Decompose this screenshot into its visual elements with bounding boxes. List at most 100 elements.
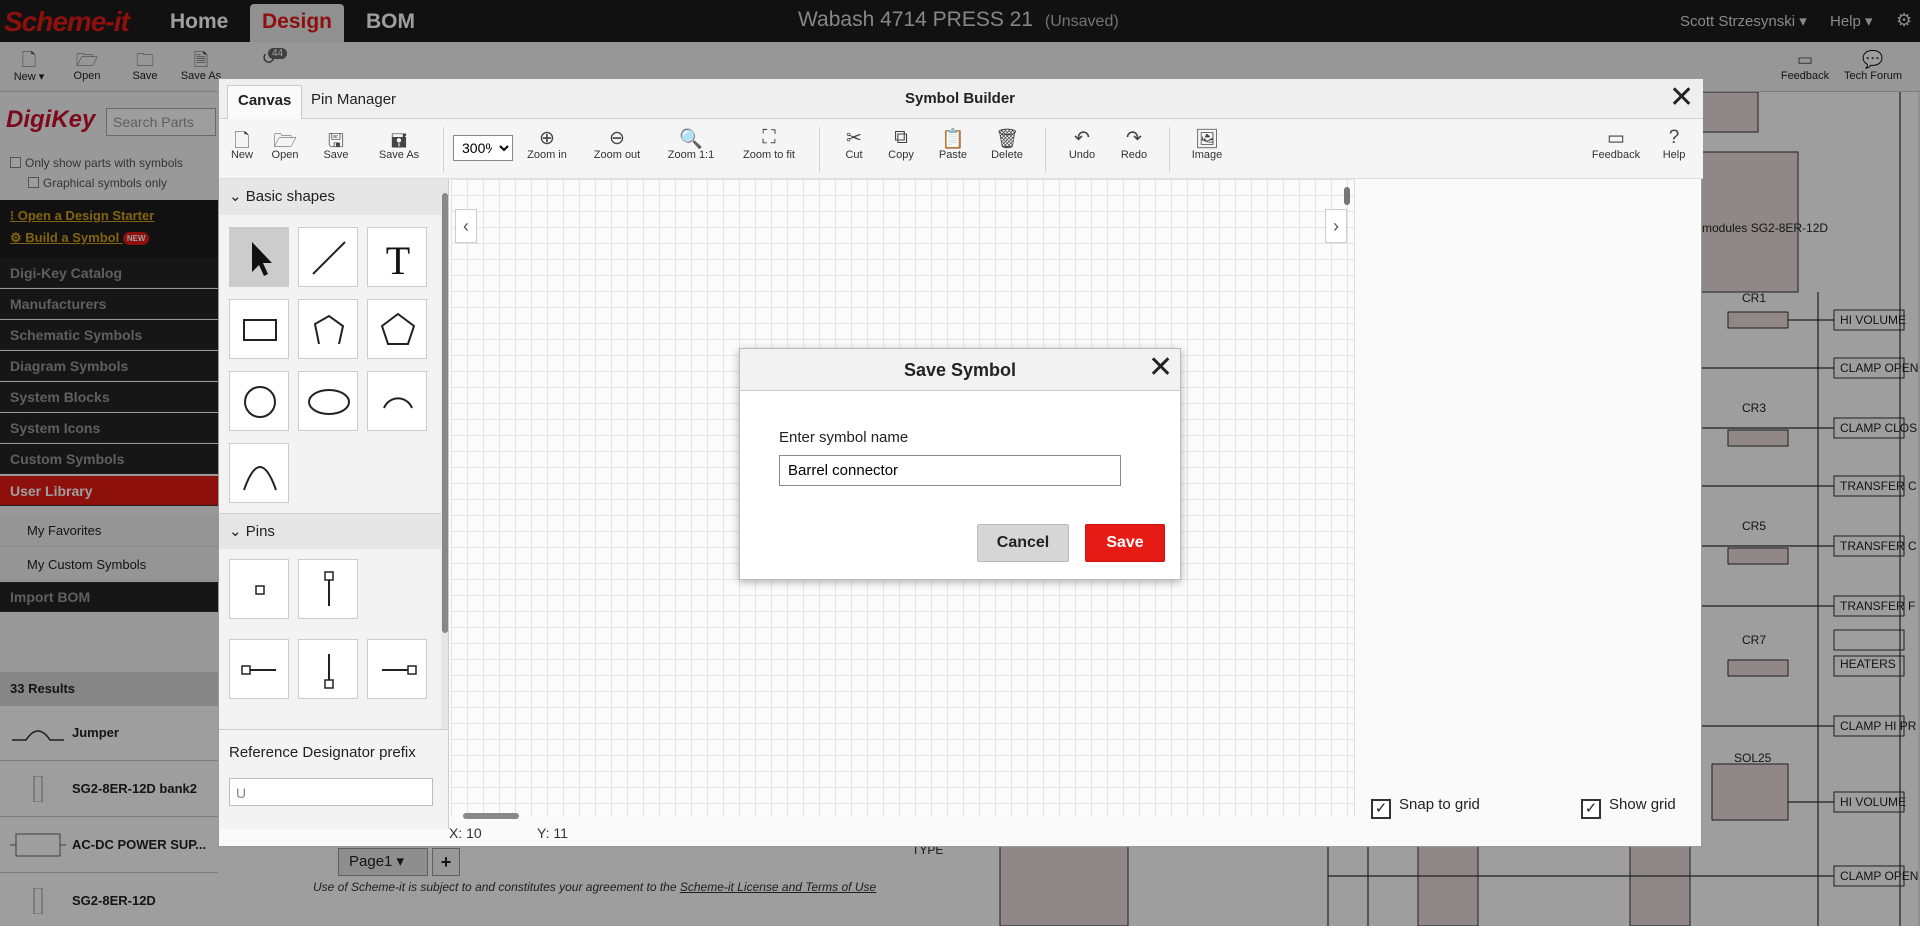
help-label: Help	[1662, 149, 1686, 161]
delete-icon: 🗑	[994, 129, 1020, 150]
polygon-tool[interactable]	[367, 299, 427, 359]
save-dialog-title: Save Symbol	[903, 360, 1017, 380]
canvas-vertical-scrollbar[interactable]	[1343, 187, 1351, 807]
tab-pin-manager[interactable]: Pin Manager	[301, 85, 406, 119]
paste-button[interactable]: 📋 Paste	[935, 127, 971, 161]
pin-down-tool[interactable]	[298, 639, 358, 699]
text-icon: T	[386, 238, 410, 283]
new-label: New	[230, 149, 253, 161]
ellipse-icon	[308, 389, 350, 415]
pentagon-icon	[380, 312, 416, 345]
toolbar-divider	[1169, 127, 1170, 173]
feedback-button[interactable]: ▭ Feedback	[1589, 127, 1643, 161]
scrollbar-thumb[interactable]	[442, 193, 448, 633]
pin-down-icon	[324, 654, 334, 689]
curve-icon	[243, 466, 277, 491]
zoom-fit-label: Zoom to fit	[743, 149, 795, 161]
save-symbol-dialog: Save Symbol ✕ Enter symbol name Cancel S…	[739, 348, 1181, 580]
shapes-palette: ⌄ Basic shapes T ⌄ Pins	[219, 179, 449, 729]
pins-label: Pins	[245, 523, 275, 540]
zoom-fit-button[interactable]: ⛶ Zoom to fit	[739, 127, 799, 161]
symbol-name-label: Enter symbol name	[779, 429, 909, 446]
palette-scrollbar[interactable]	[441, 179, 448, 729]
scrollbar-thumb[interactable]	[1344, 187, 1350, 205]
scrollbar-thumb[interactable]	[463, 813, 519, 819]
save-as-button[interactable]: 🖬 Save As	[377, 127, 421, 161]
canvas-horizontal-scrollbar[interactable]	[455, 812, 1343, 820]
redo-label: Redo	[1120, 149, 1148, 161]
undo-icon: ↶	[1074, 128, 1090, 149]
rectangle-tool[interactable]	[229, 299, 289, 359]
symbol-name-input[interactable]	[779, 455, 1121, 486]
image-label: Image	[1191, 149, 1223, 161]
reference-designator-input[interactable]: U	[229, 778, 433, 806]
open-label: Open	[271, 149, 299, 161]
snap-to-grid-checkbox[interactable]: ✓ Snap to grid	[1371, 796, 1480, 819]
app-root: Scheme-it Home Design BOM Wabash 4714 PR…	[0, 0, 1920, 926]
redo-button[interactable]: ↷ Redo	[1117, 127, 1151, 161]
symbol-builder-title: Symbol Builder	[905, 90, 1016, 107]
basic-shapes-header[interactable]: ⌄ Basic shapes	[219, 179, 441, 215]
pin-point-icon	[255, 585, 265, 595]
undo-button[interactable]: ↶ Undo	[1065, 127, 1099, 161]
zoom-actual-icon: 🔍	[679, 129, 703, 150]
help-icon: ?	[1668, 127, 1680, 148]
curve-tool[interactable]	[229, 443, 289, 503]
checkmark-icon: ✓	[1371, 799, 1391, 819]
close-icon[interactable]: ✕	[1148, 353, 1173, 383]
pin-right-tool[interactable]	[367, 639, 427, 699]
delete-button[interactable]: 🗑 Delete	[987, 127, 1027, 161]
checkmark-icon: ✓	[1581, 799, 1601, 819]
zoom-actual-button[interactable]: 🔍 Zoom 1:1	[665, 127, 717, 161]
zoom-in-icon: ⊕	[539, 128, 555, 149]
pin-up-tool[interactable]	[298, 559, 358, 619]
text-tool[interactable]: T	[367, 227, 427, 287]
new-button[interactable]: 🗋 New	[225, 127, 259, 161]
toolbar-divider	[1045, 127, 1046, 173]
cut-label: Cut	[845, 149, 863, 161]
image-button[interactable]: 🖼 Image	[1187, 127, 1227, 161]
cancel-button[interactable]: Cancel	[977, 524, 1069, 562]
save-as-icon: 🖬	[390, 131, 408, 152]
arc-tool[interactable]	[367, 371, 427, 431]
close-icon[interactable]: ✕	[1669, 83, 1694, 113]
ellipse-tool[interactable]	[298, 371, 358, 431]
circle-tool[interactable]	[229, 371, 289, 431]
show-grid-checkbox[interactable]: ✓ Show grid	[1581, 796, 1676, 819]
snap-to-grid-label: Snap to grid	[1399, 796, 1480, 813]
zoom-select[interactable]: 300%	[453, 135, 513, 161]
pins-header[interactable]: ⌄ Pins	[219, 513, 441, 549]
pin-up-icon	[324, 571, 334, 606]
open-button[interactable]: 🗁 Open	[267, 127, 303, 161]
chevron-left-icon[interactable]: ‹	[455, 209, 477, 243]
copy-button[interactable]: ⧉ Copy	[883, 127, 919, 161]
cursor-x-readout: X: 10	[449, 825, 482, 841]
zoom-actual-label: Zoom 1:1	[667, 149, 715, 161]
save-dialog-header: Save Symbol ✕	[740, 349, 1180, 391]
symbol-builder-header: Canvas Pin Manager Symbol Builder ✕	[219, 79, 1703, 119]
line-tool[interactable]	[298, 227, 358, 287]
save-button[interactable]: 🖫 Save	[319, 127, 353, 161]
arc-icon	[383, 397, 413, 409]
select-tool[interactable]	[229, 227, 289, 287]
line-icon	[312, 241, 346, 275]
zoom-out-button[interactable]: ⊖ Zoom out	[591, 127, 643, 161]
chevron-down-icon: ⌄	[229, 523, 242, 540]
pin-left-tool[interactable]	[229, 639, 289, 699]
polyline-icon	[313, 314, 345, 345]
help-button[interactable]: ? Help	[1659, 127, 1689, 161]
zoom-in-button[interactable]: ⊕ Zoom in	[525, 127, 569, 161]
tab-canvas[interactable]: Canvas	[227, 85, 303, 119]
zoom-fit-icon: ⛶	[762, 127, 776, 148]
basic-shapes-label: Basic shapes	[245, 188, 335, 205]
cursor-y-readout: Y: 11	[537, 825, 568, 841]
folder-icon: 🗁	[273, 131, 297, 152]
redo-icon: ↷	[1126, 128, 1142, 149]
polyline-tool[interactable]	[298, 299, 358, 359]
circle-icon	[244, 386, 276, 418]
save-button[interactable]: Save	[1085, 524, 1165, 562]
pin-point-tool[interactable]	[229, 559, 289, 619]
paste-label: Paste	[938, 149, 968, 161]
image-icon: 🖼	[1194, 129, 1220, 150]
cut-button[interactable]: ✂ Cut	[839, 127, 869, 161]
